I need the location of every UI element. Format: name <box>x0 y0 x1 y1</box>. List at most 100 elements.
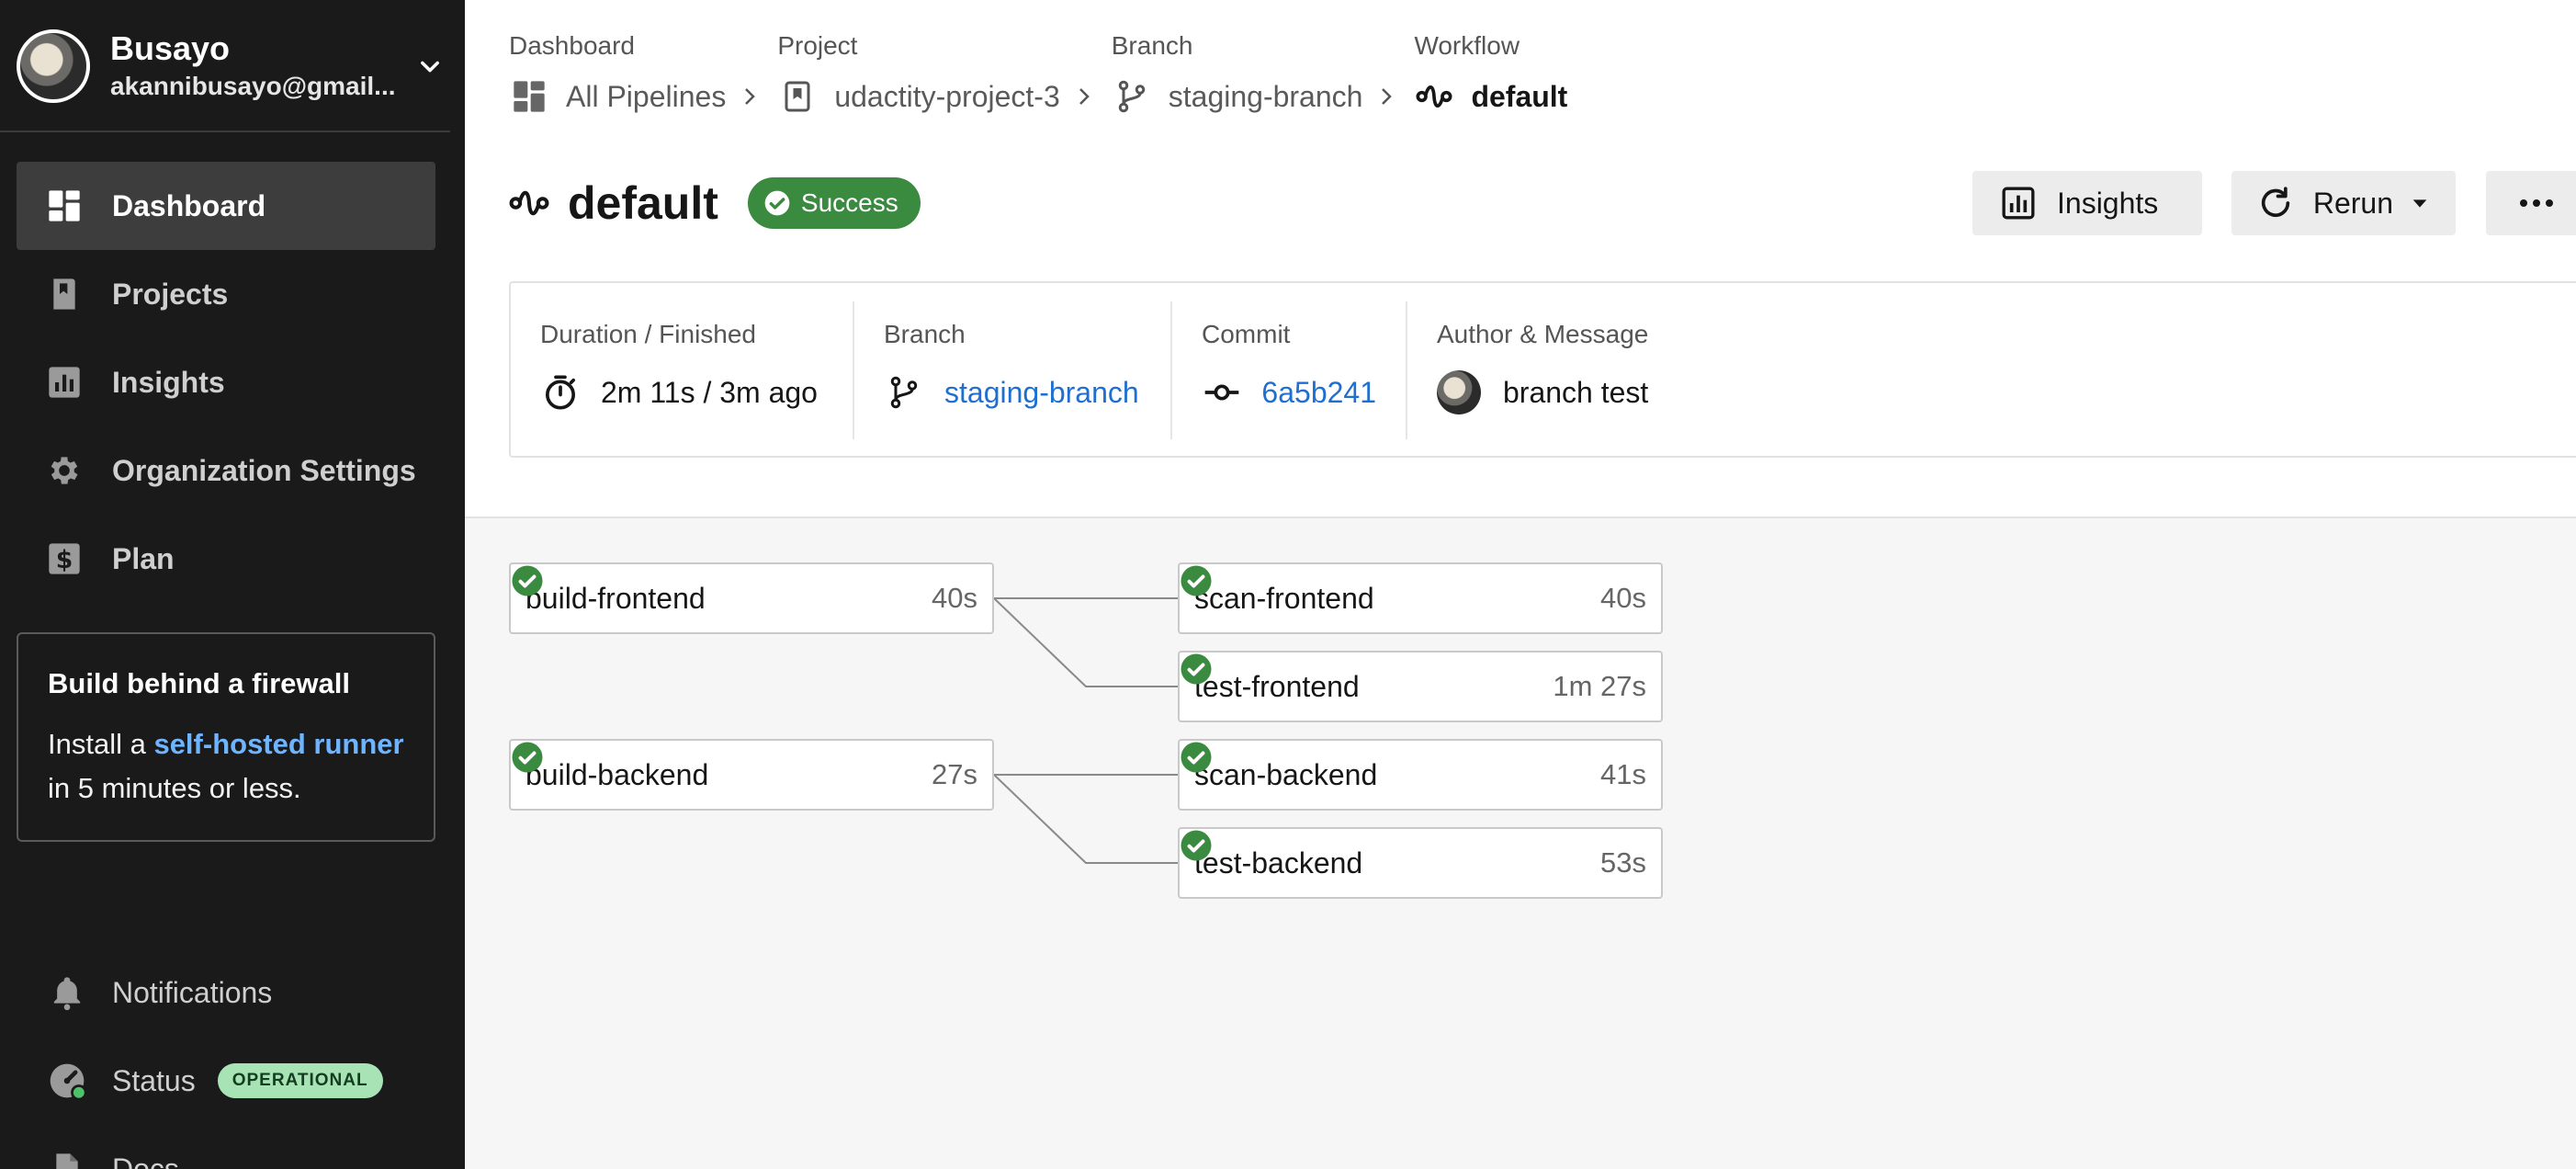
breadcrumb-all-pipelines-link[interactable]: All Pipelines <box>566 80 726 114</box>
commit-link[interactable]: 6a5b241 <box>1261 376 1376 410</box>
svg-text:$: $ <box>56 546 73 574</box>
document-icon <box>46 1148 88 1169</box>
duration-value: 2m 11s / 3m ago <box>601 375 818 409</box>
user-info: Busayo akannibusayo@gmail... <box>110 28 412 104</box>
job-test-frontend[interactable]: test-frontend 1m 27s <box>1178 651 1663 722</box>
job-duration: 41s <box>1600 758 1646 790</box>
sidebar-nav: Dashboard Projects Insights Organization… <box>17 162 435 603</box>
chevron-down-icon[interactable] <box>412 48 448 85</box>
author-section: Author & Message branch test <box>1407 301 1775 439</box>
workflow-icon <box>509 183 549 223</box>
rerun-button[interactable]: Rerun <box>2231 171 2456 235</box>
branch-link[interactable]: staging-branch <box>944 376 1139 410</box>
breadcrumb-project: Project udactity-project-3 <box>777 28 1059 129</box>
insights-button-label: Insights <box>2057 186 2159 220</box>
workflow-details-card: Duration / Finished 2m 11s / 3m ago Bran… <box>509 281 2576 458</box>
breadcrumb-caption: Project <box>777 31 858 60</box>
breadcrumb-workflow: Workflow default <box>1414 28 1567 129</box>
caret-down-icon <box>2410 193 2430 213</box>
workflow-graph: build-frontend 40s scan-frontend 40s tes… <box>509 562 1666 902</box>
more-options-button[interactable] <box>2486 171 2576 235</box>
sidebar-item-docs[interactable]: Docs <box>46 1125 450 1169</box>
status-badge: Success <box>747 177 921 229</box>
user-email: akannibusayo@gmail... <box>110 72 396 100</box>
check-circle-icon <box>1181 653 1212 685</box>
self-hosted-runner-promo: Build behind a firewall Install a self-h… <box>17 632 435 842</box>
page-title: default <box>568 177 718 229</box>
sidebar-item-label: Organization Settings <box>112 453 416 487</box>
status-badge: OPERATIONAL <box>217 1063 383 1098</box>
bar-chart-icon <box>1998 183 2039 223</box>
sidebar-item-label: Status <box>112 1063 196 1097</box>
dashboard-icon <box>46 187 83 224</box>
promo-title: Build behind a firewall <box>48 667 350 699</box>
breadcrumb-branch: Branch staging-branch <box>1112 28 1363 129</box>
check-circle-icon <box>512 742 543 773</box>
sidebar-item-label: Projects <box>112 277 229 311</box>
sidebar-item-notifications[interactable]: Notifications <box>46 948 450 1037</box>
author-avatar <box>1437 370 1481 414</box>
sidebar-item-plan[interactable]: $ Plan <box>17 515 435 603</box>
sidebar: Busayo akannibusayo@gmail... Dashboard P… <box>0 0 465 1169</box>
status-gauge-icon <box>46 1060 88 1102</box>
breadcrumb: Dashboard All Pipelines Project udactity… <box>509 28 1567 129</box>
dollar-icon: $ <box>46 540 83 577</box>
breadcrumb-dashboard: Dashboard All Pipelines <box>509 28 726 129</box>
promo-body: Install a self-hosted runner in 5 minute… <box>48 722 404 811</box>
sidebar-item-label: Dashboard <box>112 188 266 222</box>
sidebar-item-organization-settings[interactable]: Organization Settings <box>17 426 435 515</box>
job-scan-backend[interactable]: scan-backend 41s <box>1178 739 1663 811</box>
workflow-title-row: default Success <box>509 171 921 235</box>
chevron-right-icon <box>1066 64 1102 129</box>
job-name: test-backend <box>1194 846 1363 880</box>
insights-button[interactable]: Insights <box>1972 171 2202 235</box>
job-scan-frontend[interactable]: scan-frontend 40s <box>1178 562 1663 634</box>
breadcrumb-caption: Workflow <box>1414 31 1520 60</box>
self-hosted-runner-link[interactable]: self-hosted runner <box>153 728 403 760</box>
job-duration: 53s <box>1600 846 1646 879</box>
check-circle-icon <box>512 565 543 596</box>
refresh-icon <box>2257 183 2295 223</box>
user-menu[interactable]: Busayo akannibusayo@gmail... <box>17 22 448 110</box>
commit-section: Commit 6a5b241 <box>1172 301 1407 439</box>
sidebar-divider <box>0 131 450 132</box>
check-circle-icon <box>1181 830 1212 861</box>
stopwatch-icon <box>540 372 581 413</box>
sidebar-item-projects[interactable]: Projects <box>17 250 435 338</box>
promo-body-prefix: Install a <box>48 728 154 760</box>
check-circle-icon <box>1181 565 1212 596</box>
status-badge-label: Success <box>800 188 898 217</box>
rerun-button-label: Rerun <box>2312 186 2393 220</box>
breadcrumb-caption: Dashboard <box>509 31 635 60</box>
branch-icon <box>884 372 924 413</box>
sidebar-item-dashboard[interactable]: Dashboard <box>17 162 435 250</box>
chevron-right-icon <box>1368 64 1405 129</box>
job-name: scan-frontend <box>1194 581 1374 615</box>
job-duration: 40s <box>932 582 977 614</box>
breadcrumb-project-link[interactable]: udactity-project-3 <box>834 80 1059 114</box>
branch-caption: Branch <box>884 320 966 348</box>
gear-icon <box>46 452 83 489</box>
workflow-icon <box>1414 76 1454 117</box>
job-build-frontend[interactable]: build-frontend 40s <box>509 562 994 634</box>
job-duration: 1m 27s <box>1553 670 1646 702</box>
chevron-right-icon <box>731 64 768 129</box>
job-test-backend[interactable]: test-backend 53s <box>1178 827 1663 899</box>
job-duration: 40s <box>1600 582 1646 614</box>
sidebar-item-status[interactable]: Status OPERATIONAL <box>46 1037 450 1125</box>
breadcrumb-branch-link[interactable]: staging-branch <box>1169 80 1363 114</box>
job-name: scan-backend <box>1194 757 1378 791</box>
grid-icon <box>509 76 549 117</box>
commit-icon <box>1202 372 1241 413</box>
branch-icon <box>1112 76 1152 117</box>
sidebar-item-label: Docs <box>112 1152 179 1169</box>
user-name: Busayo <box>110 29 231 67</box>
sidebar-item-insights[interactable]: Insights <box>17 338 435 426</box>
sidebar-bottom-nav: Notifications Status OPERATIONAL Docs <box>46 948 450 1169</box>
job-duration: 27s <box>932 758 977 790</box>
branch-section: Branch staging-branch <box>854 301 1172 439</box>
commit-message: branch test <box>1503 375 1649 409</box>
job-build-backend[interactable]: build-backend 27s <box>509 739 994 811</box>
bell-icon <box>46 971 88 1014</box>
commit-caption: Commit <box>1202 320 1291 348</box>
